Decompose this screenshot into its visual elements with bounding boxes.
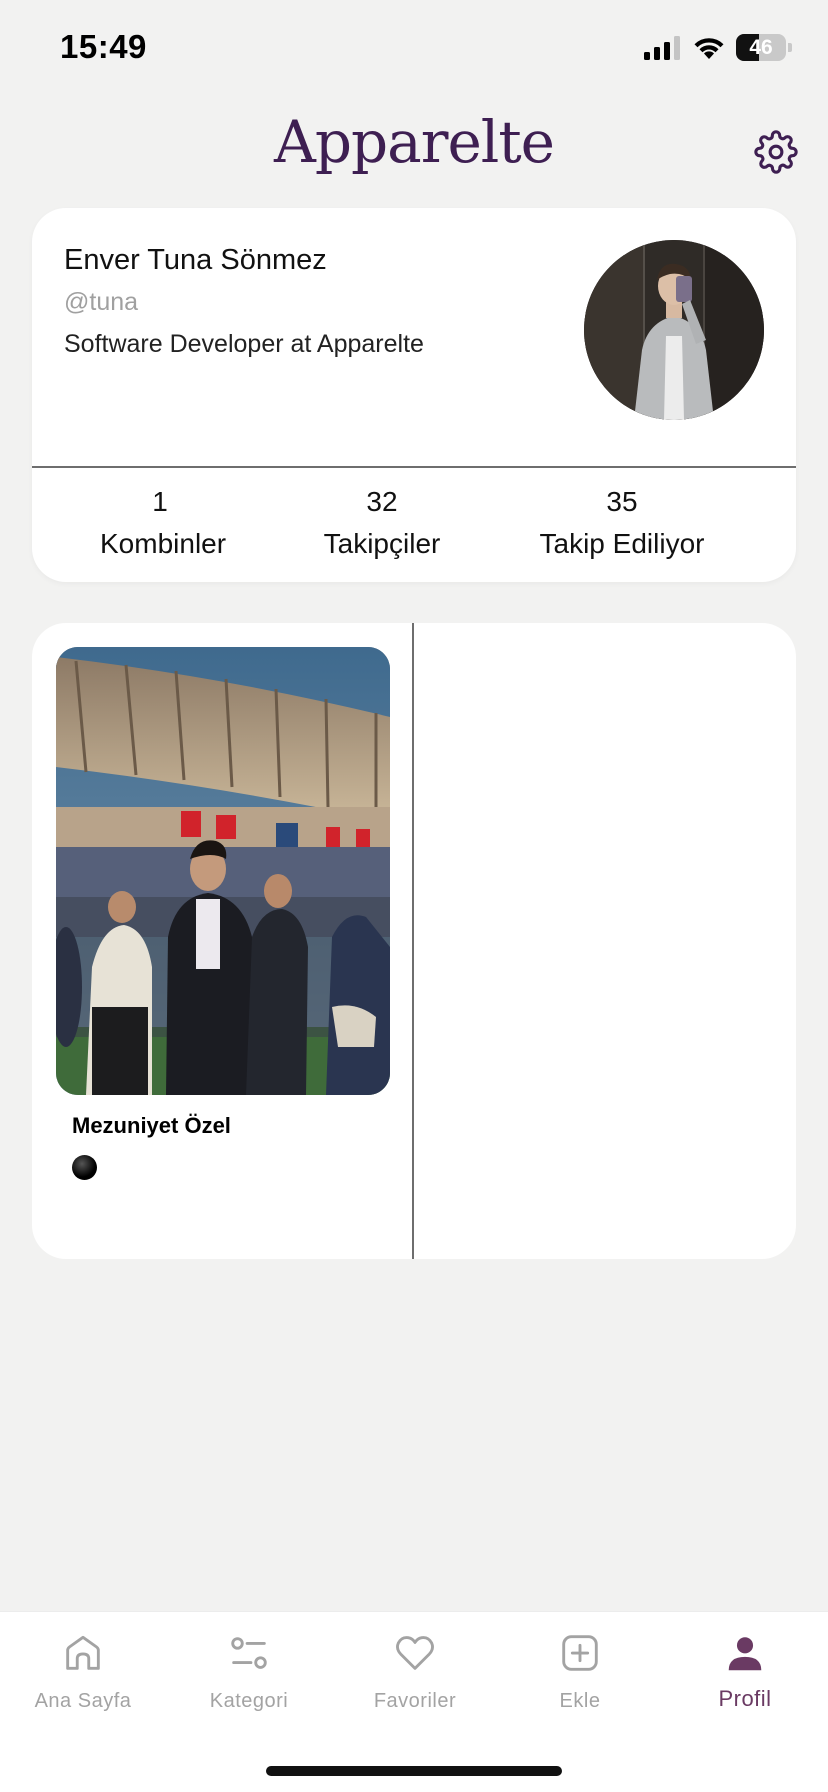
battery-cap [788, 43, 792, 52]
nav-item-profil[interactable]: Profil [662, 1630, 828, 1712]
profile-handle: @tuna [64, 288, 139, 316]
home-icon [66, 1635, 100, 1670]
cellular-signal-icon [644, 35, 680, 60]
nav-label: Favoriler [373, 1690, 457, 1712]
status-time: 15:49 [60, 28, 147, 65]
stat-takip-ediliyor[interactable]: 35 Takip Ediliyor [522, 486, 722, 560]
app-logo: Apparelte [274, 108, 555, 176]
status-bar: 15:49 46 [0, 0, 828, 100]
battery-indicator: 46 [736, 34, 786, 61]
profile-bio: Software Developer at Apparelte [64, 330, 424, 358]
stat-value: 35 [606, 486, 638, 517]
nav-item-ana-sayfa[interactable]: Ana Sayfa [0, 1630, 166, 1713]
app-header: Apparelte [0, 100, 828, 200]
avatar[interactable] [584, 240, 764, 420]
stat-label: Takipçiler [323, 528, 441, 559]
add-icon [562, 1635, 598, 1671]
outfits-grid: Mezuniyet Özel [32, 623, 796, 1259]
battery-level: 46 [749, 35, 773, 59]
profile-card: Enver Tuna Sönmez @tuna Software Develop… [32, 208, 796, 582]
stat-takipciler[interactable]: 32 Takipçiler [312, 486, 452, 560]
nav-label: Ana Sayfa [34, 1690, 132, 1712]
category-icon [231, 1637, 267, 1669]
profile-screen: 15:49 46 Apparelte Enver Tuna Sönmez @tu… [0, 0, 828, 1792]
stat-value: 1 [152, 486, 168, 517]
stat-value: 32 [366, 486, 398, 517]
outfit-color-swatch [72, 1155, 97, 1180]
profile-name: Enver Tuna Sönmez [64, 244, 327, 276]
bottom-nav: Ana Sayfa Kategori Favoriler Ekle Profil [0, 1611, 828, 1792]
nav-item-ekle[interactable]: Ekle [497, 1630, 663, 1713]
stat-label: Kombinler [100, 528, 227, 559]
outfit-title: Mezuniyet Özel [72, 1113, 231, 1138]
user-icon [728, 1637, 762, 1671]
profile-divider [32, 466, 796, 468]
nav-label: Profil [718, 1686, 772, 1711]
stat-label: Takip Ediliyor [539, 528, 705, 559]
status-icons: 46 [644, 34, 792, 61]
outfit-photo[interactable] [56, 647, 390, 1095]
home-indicator[interactable] [266, 1766, 562, 1776]
nav-item-kategori[interactable]: Kategori [166, 1630, 332, 1713]
wifi-icon [694, 37, 724, 59]
heart-icon [396, 1636, 434, 1670]
nav-label: Kategori [209, 1690, 289, 1712]
nav-item-favoriler[interactable]: Favoriler [332, 1630, 498, 1713]
grid-divider [412, 623, 414, 1259]
stat-kombinler[interactable]: 1 Kombinler [100, 486, 227, 560]
nav-label: Ekle [559, 1690, 601, 1712]
outfit-image [56, 647, 390, 1095]
avatar-photo [584, 240, 764, 420]
gear-icon [754, 130, 798, 174]
settings-button[interactable] [754, 130, 798, 174]
